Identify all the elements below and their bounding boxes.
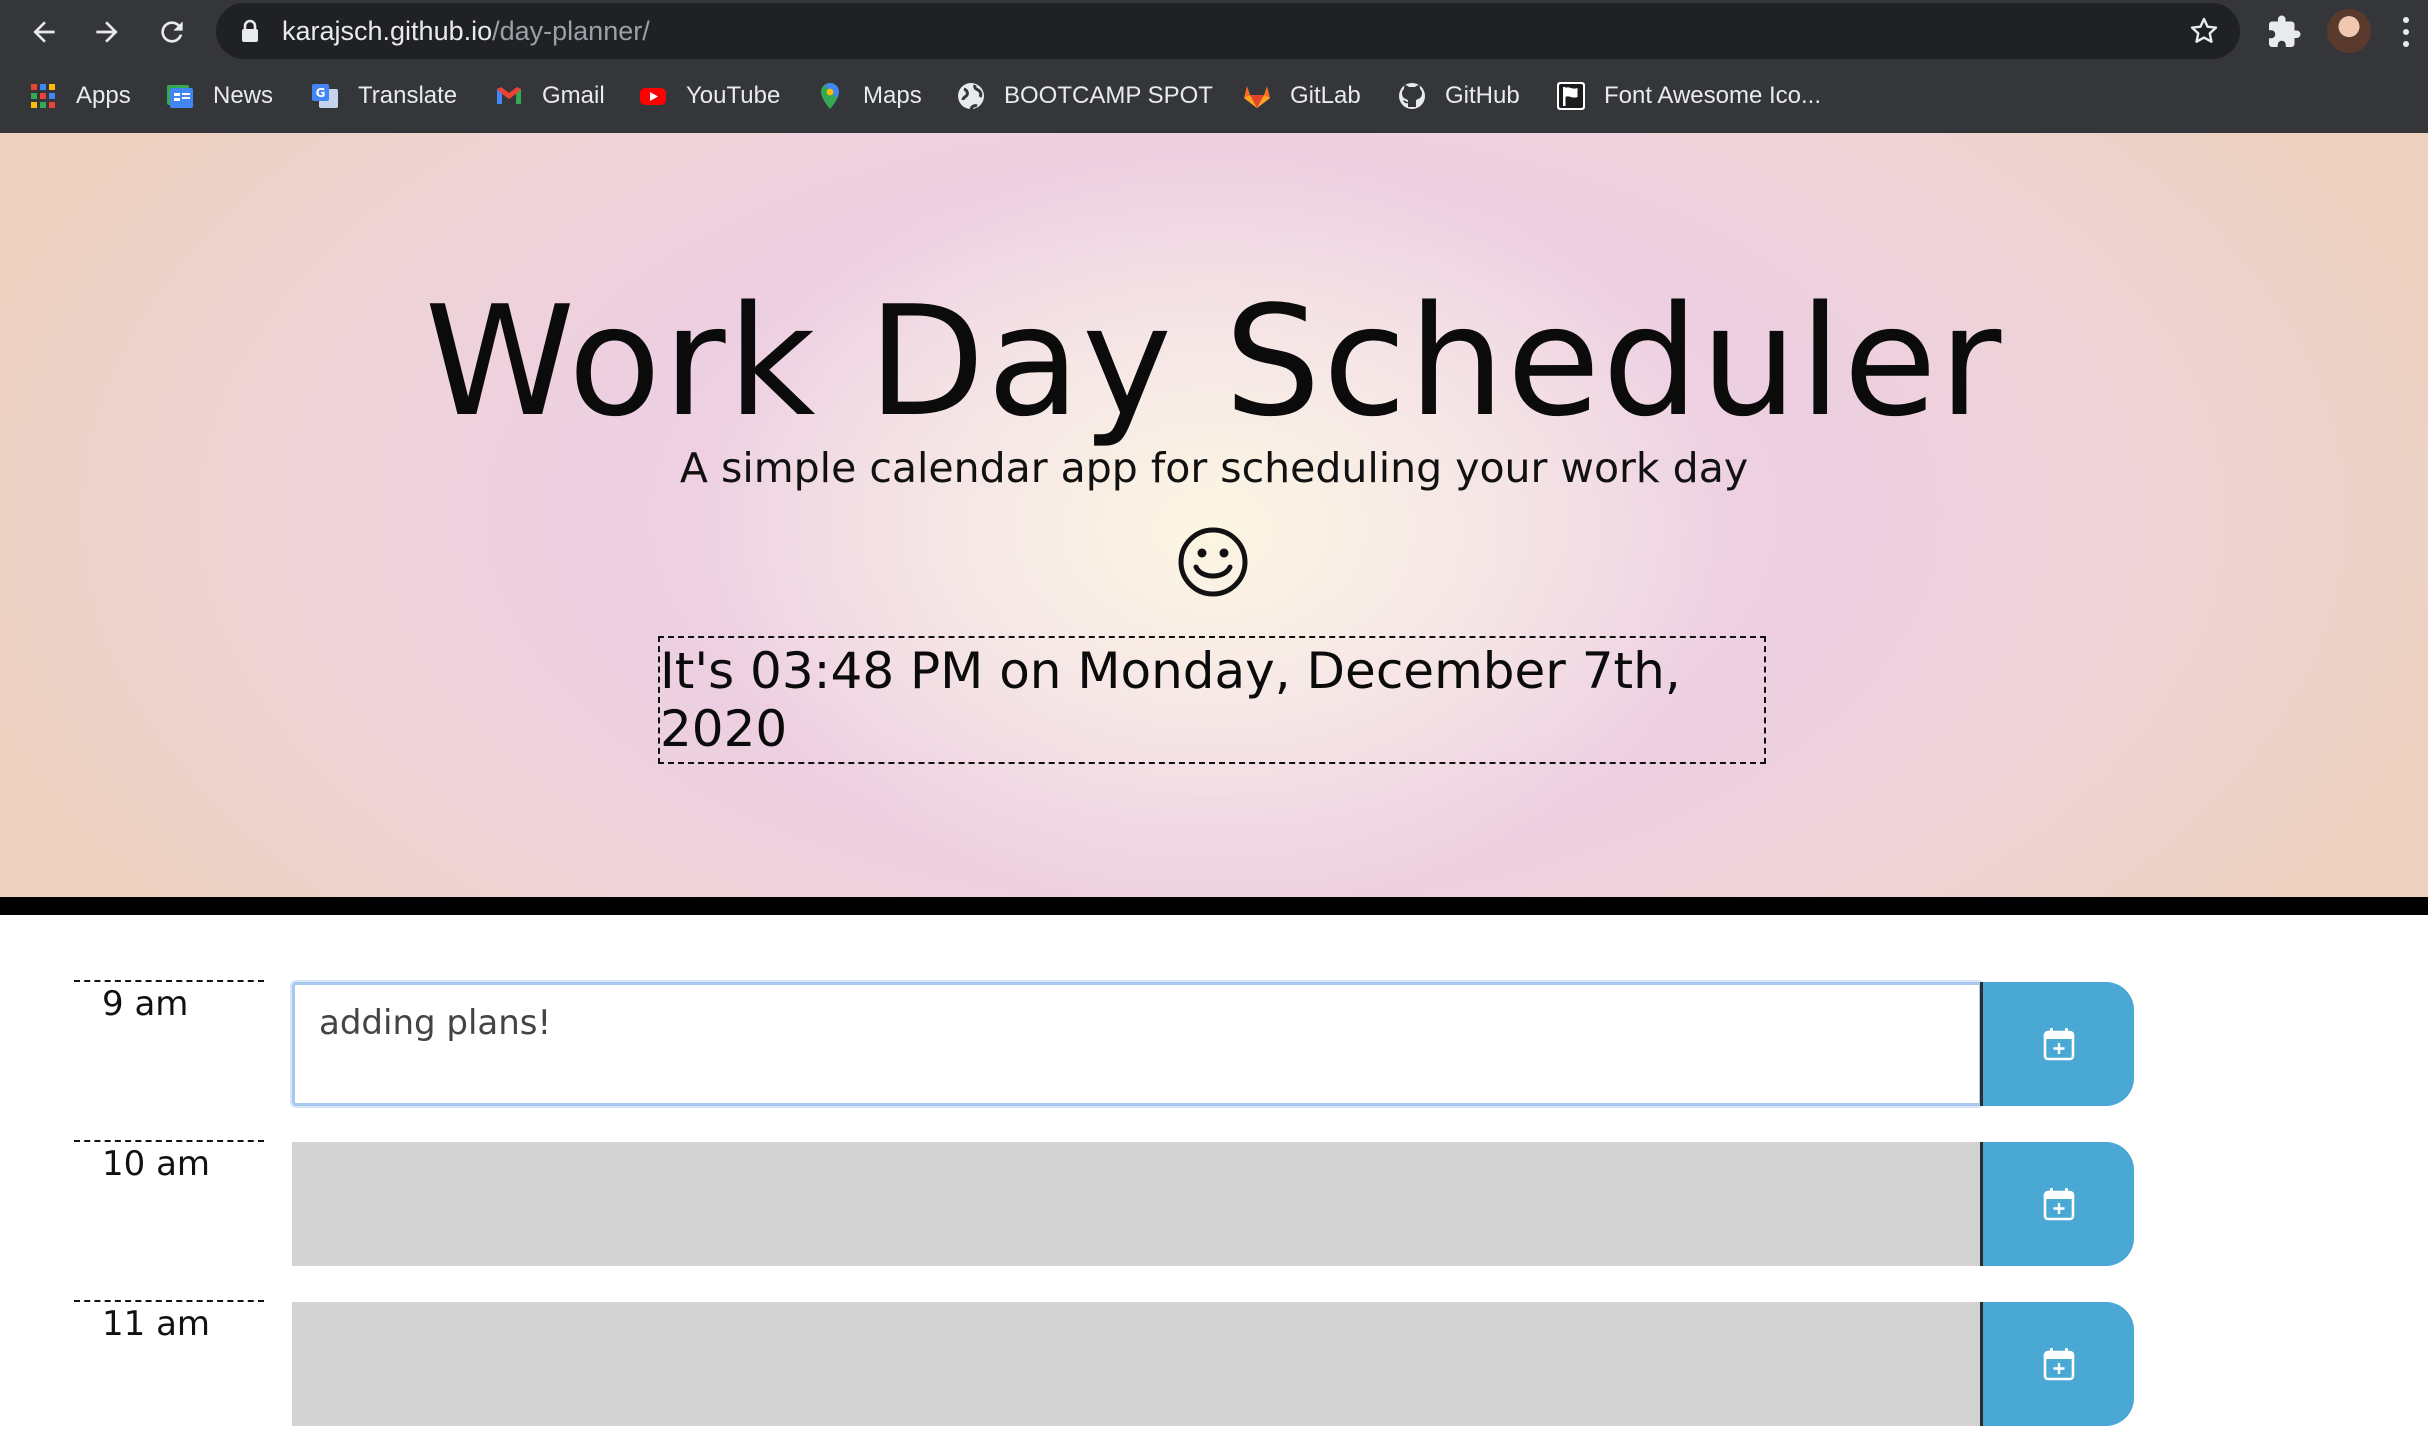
browser-chrome: karajsch.github.io/day-planner/ Apps New…	[0, 0, 2428, 133]
arrow-right-icon	[96, 21, 118, 43]
time-block-row: 9 am adding plans!	[0, 980, 2428, 1106]
reload-button[interactable]	[149, 9, 195, 55]
bookmark-github[interactable]: GitHub	[1397, 72, 1520, 120]
bookmark-bootcamp-spot[interactable]: BOOTCAMP SPOT	[956, 72, 1213, 120]
bookmark-label: GitHub	[1445, 82, 1520, 109]
page-title: Work Day Scheduler	[424, 273, 2004, 450]
hour-label: 10 am	[74, 1140, 264, 1266]
profile-avatar[interactable]	[2327, 9, 2371, 53]
google-translate-icon: G	[310, 81, 340, 111]
bookmarks-bar: Apps News G Translate Gmail YouTube Maps…	[0, 72, 2428, 120]
more-menu-icon[interactable]	[2400, 14, 2412, 50]
youtube-icon	[638, 81, 668, 111]
address-bar[interactable]: karajsch.github.io/day-planner/	[216, 3, 2240, 59]
hour-label: 9 am	[74, 980, 264, 1106]
save-button[interactable]	[1980, 1142, 2134, 1266]
google-news-icon	[165, 81, 195, 111]
url-text: karajsch.github.io/day-planner/	[282, 13, 650, 49]
forward-button[interactable]	[84, 9, 130, 55]
time-block-row: 10 am	[0, 1140, 2428, 1266]
browser-toolbar: karajsch.github.io/day-planner/	[0, 0, 2428, 64]
event-description-input[interactable]	[292, 1302, 1982, 1426]
hour-label: 11 am	[74, 1300, 264, 1426]
url-host: karajsch.github.io	[282, 16, 493, 46]
bookmark-translate[interactable]: G Translate	[310, 72, 457, 120]
gmail-icon	[494, 81, 524, 111]
calendar-plus-icon	[2043, 1188, 2074, 1221]
bookmark-label: GitLab	[1290, 82, 1361, 109]
bookmark-maps[interactable]: Maps	[815, 72, 922, 120]
svg-text:G: G	[316, 86, 326, 100]
gitlab-icon	[1242, 81, 1272, 111]
globe-icon	[956, 81, 986, 111]
jumbotron-header: Work Day Scheduler A simple calendar app…	[0, 133, 2428, 915]
event-description-input[interactable]	[292, 1142, 1982, 1266]
save-button[interactable]	[1980, 982, 2134, 1106]
apps-grid-icon	[28, 81, 58, 111]
bookmark-label: Apps	[76, 82, 131, 109]
lock-icon	[242, 19, 258, 42]
page-lead: A simple calendar app for scheduling you…	[679, 444, 1749, 492]
smiley-face-icon	[1178, 527, 1248, 597]
bookmark-font-awesome[interactable]: Font Awesome Ico...	[1556, 72, 1821, 120]
bookmark-youtube[interactable]: YouTube	[638, 72, 780, 120]
extensions-puzzle-icon[interactable]	[2266, 14, 2302, 50]
bookmark-label: BOOTCAMP SPOT	[1004, 82, 1213, 109]
flag-icon	[1556, 81, 1586, 111]
github-icon	[1397, 81, 1427, 111]
back-button[interactable]	[21, 9, 67, 55]
bookmark-gitlab[interactable]: GitLab	[1242, 72, 1361, 120]
time-block-row: 11 am	[0, 1300, 2428, 1426]
bookmark-gmail[interactable]: Gmail	[494, 72, 605, 120]
bookmark-label: Translate	[358, 82, 458, 109]
event-description-input[interactable]: adding plans!	[292, 982, 1982, 1106]
bookmark-label: News	[213, 82, 274, 109]
bookmark-label: Gmail	[542, 82, 605, 109]
bookmark-star-icon[interactable]	[2188, 15, 2220, 47]
bookmark-news[interactable]: News	[165, 72, 273, 120]
maps-pin-icon	[815, 81, 845, 111]
bookmark-label: YouTube	[686, 82, 781, 109]
bookmark-label: Font Awesome Ico...	[1604, 82, 1821, 109]
save-button[interactable]	[1980, 1302, 2134, 1426]
calendar-plus-icon	[2043, 1028, 2074, 1061]
arrow-left-icon	[33, 21, 55, 43]
current-datetime: It's 03:48 PM on Monday, December 7th, 2…	[658, 636, 1766, 764]
url-path: /day-planner/	[492, 16, 650, 46]
reload-icon	[161, 21, 183, 43]
bookmark-label: Maps	[863, 82, 922, 109]
bookmark-apps[interactable]: Apps	[28, 72, 131, 120]
calendar-plus-icon	[2043, 1348, 2074, 1381]
